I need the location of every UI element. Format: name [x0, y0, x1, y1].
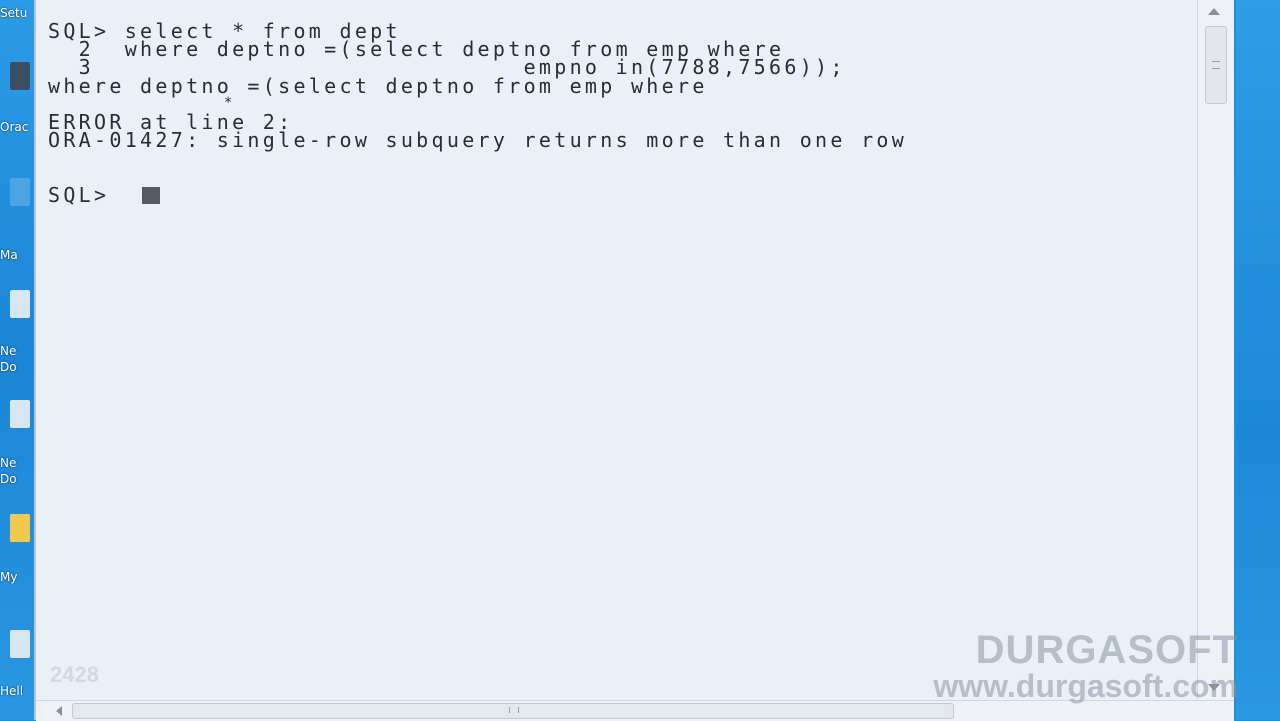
desktop-icon-label: Ma [0, 248, 18, 262]
folder-icon[interactable] [10, 514, 30, 542]
sqlplus-console-window[interactable]: SQL> select * from dept 2 where deptno =… [34, 0, 1234, 721]
sql-prompt: SQL> [48, 183, 110, 207]
desktop-icon-label: Ne [0, 344, 17, 358]
grip-icon [1212, 61, 1220, 69]
watermark-brand: DURGASOFT [975, 628, 1238, 672]
desktop-icon-label: Do [0, 472, 17, 486]
text-cursor [142, 187, 160, 204]
desktop-icon-label: Setu [0, 6, 28, 20]
desktop-icon-label: Ne [0, 456, 17, 470]
scroll-left-arrow-icon[interactable] [56, 706, 62, 716]
desktop-icon-label: Do [0, 360, 17, 374]
vertical-scroll-thumb[interactable] [1205, 26, 1227, 104]
watermark-counter: 2428 [50, 662, 99, 687]
desktop-icon-label: Hell [0, 684, 24, 698]
desktop-icon-label: My [0, 570, 18, 584]
watermark-url: www.durgasoft.com [933, 668, 1238, 704]
document-icon[interactable] [10, 400, 30, 428]
horizontal-scroll-thumb[interactable] [72, 703, 954, 719]
vertical-scrollbar[interactable] [1197, 0, 1234, 700]
oracle-app-icon[interactable] [10, 62, 30, 90]
console-screen[interactable]: SQL> select * from dept 2 where deptno =… [36, 0, 1196, 700]
document-icon[interactable] [10, 630, 30, 658]
console-line: where deptno =(select deptno from emp wh… [48, 74, 708, 98]
error-position-marker: * [48, 95, 236, 111]
grip-icon [509, 707, 519, 713]
desktop-app-icon[interactable] [10, 178, 30, 206]
error-message: ORA-01427: single-row subquery returns m… [48, 128, 908, 152]
desktop-icon-label: Orac [0, 120, 29, 134]
scroll-up-arrow-icon[interactable] [1208, 8, 1220, 15]
desktop-left-strip: Setu Orac Ma Ne Do Ne Do My Hell [0, 0, 34, 720]
document-icon[interactable] [10, 290, 30, 318]
desktop-right-strip [1236, 0, 1280, 720]
